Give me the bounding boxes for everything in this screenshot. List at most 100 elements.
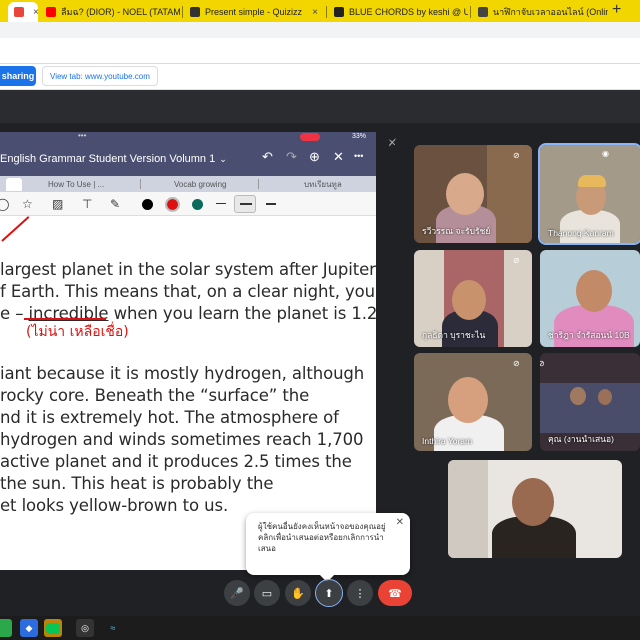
- image-icon[interactable]: ▨: [52, 197, 63, 211]
- pen-toolbar: ◯ ☆ ▨ ⊤ ✎: [0, 192, 376, 216]
- microphone-icon: 🎤: [230, 587, 244, 600]
- participant-name: Inthira Yoram: [422, 436, 473, 446]
- title-chevron-icon[interactable]: ⌄: [219, 154, 227, 165]
- pen-color-black[interactable]: [142, 199, 153, 210]
- youtube-icon: [46, 7, 56, 17]
- wall: [448, 460, 488, 558]
- pen-width-thin[interactable]: [216, 203, 226, 204]
- line-app-icon[interactable]: [44, 619, 62, 637]
- browser-tab-strip: × ลืมฉ? (DIOR) - NOEL (TATAMI × Present …: [0, 0, 640, 22]
- tab-title: นาฬิกาจับเวลาออนไลน์ (Online Stop: [493, 7, 608, 17]
- shield-icon[interactable]: ◆: [20, 619, 38, 637]
- hand-icon: ✋: [291, 587, 305, 600]
- share-notification-bar: sharing View tab: www.youtube.com: [0, 64, 640, 90]
- text-line: iant because it is mostly hydrogen, alth…: [0, 364, 365, 383]
- doc-tab-separator: [258, 179, 259, 189]
- end-call-icon: ☎: [388, 587, 402, 600]
- present-now-button[interactable]: ⬆: [315, 579, 343, 607]
- participant-name: คุณ (งานนำเสนอ): [548, 434, 614, 444]
- new-tab-button[interactable]: +: [612, 1, 621, 19]
- undo-icon[interactable]: ↶: [262, 149, 273, 165]
- taskbar-app-icon[interactable]: [0, 619, 12, 637]
- tab-close-icon[interactable]: ×: [308, 7, 318, 18]
- cd-player-icon[interactable]: ◎: [76, 619, 94, 637]
- participant-tile[interactable]: ⊘ กุลธิดา บุราชะไน: [414, 250, 532, 347]
- pen-color-red[interactable]: [165, 197, 180, 212]
- end-call-button[interactable]: ☎: [378, 580, 412, 606]
- raise-hand-button[interactable]: ✋: [285, 580, 311, 606]
- tab-favicon-icon: [14, 7, 24, 17]
- tab-quizizz[interactable]: Present simple - Quizizz ×: [184, 2, 324, 22]
- pen-width-thick[interactable]: [266, 203, 276, 205]
- stage-top-band: [0, 90, 640, 123]
- pen-color-green[interactable]: [192, 199, 203, 210]
- quizizz-icon: [190, 7, 200, 17]
- close-doc-icon[interactable]: ✕: [333, 149, 344, 165]
- text-tool-icon[interactable]: ⊤: [82, 197, 92, 211]
- stop-sharing-button[interactable]: sharing: [0, 66, 36, 86]
- doc-tab-separator: [140, 179, 141, 189]
- doc-title[interactable]: English Grammar Student Version Volumn 1: [0, 153, 215, 165]
- ipad-status-bar: ••• 33%: [0, 132, 376, 142]
- red-pen-stroke: [1, 216, 30, 242]
- participant-tile[interactable]: ⊘ Inthira Yoram: [414, 353, 532, 451]
- text-line: f Earth. This means that, on a clear nig…: [0, 282, 376, 301]
- tab-dior-youtube[interactable]: ลืมฉ? (DIOR) - NOEL (TATAMI ×: [40, 2, 180, 22]
- participant-face: [452, 280, 486, 320]
- presentation-preview: [540, 383, 640, 433]
- doc-tabs: How To Use | ... Vocab growing บทเรียนทู…: [0, 176, 376, 192]
- tab-separator: [470, 6, 471, 18]
- camera-button[interactable]: ▭: [254, 580, 280, 606]
- mic-off-icon: ⊘: [513, 256, 520, 265]
- more-options-button[interactable]: ⋮: [347, 580, 373, 606]
- mic-off-icon: ⊘: [540, 359, 545, 368]
- presentation-mic-off-icon: ✕̸: [388, 138, 397, 149]
- red-underline: [24, 318, 106, 320]
- popup-close-icon[interactable]: ✕: [396, 517, 404, 528]
- view-tab-button[interactable]: View tab: www.youtube.com: [42, 66, 158, 86]
- wave-app-icon[interactable]: ≈: [104, 619, 122, 637]
- tab-blue-chords[interactable]: BLUE CHORDS by keshi @ Ultim ×: [328, 2, 468, 22]
- redo-icon[interactable]: ↷: [286, 149, 297, 165]
- participant-face: [512, 478, 554, 526]
- participant-tile[interactable]: ⊘ รวีวรรณ จะรับรัชย์: [414, 145, 532, 243]
- tab-active[interactable]: ×: [8, 2, 38, 22]
- mic-button[interactable]: 🎤: [224, 580, 250, 606]
- doc-tab-vocab[interactable]: Vocab growing: [170, 178, 250, 191]
- text-line: largest planet in the solar system after…: [0, 260, 376, 279]
- participant-name: Thanong Kanram: [548, 228, 614, 238]
- doc-tab-current[interactable]: [6, 178, 22, 191]
- recording-indicator-icon: [300, 133, 320, 141]
- tab-title: BLUE CHORDS by keshi @ Ultim: [349, 7, 468, 17]
- tab-title: Present simple - Quizizz: [205, 7, 303, 17]
- shape-star-icon[interactable]: ☆: [22, 197, 33, 211]
- doc-tab-how-to-use[interactable]: How To Use | ...: [44, 178, 128, 191]
- presentation-tile[interactable]: ⊘ คุณ (งานนำเสนอ): [540, 353, 640, 451]
- tab-separator: [326, 6, 327, 18]
- ultimate-guitar-icon: [334, 7, 344, 17]
- browser-toolbar: [0, 22, 640, 64]
- mic-off-icon: ⊘: [513, 151, 520, 160]
- status-dots: •••: [78, 132, 87, 140]
- self-view-tile[interactable]: [448, 460, 622, 558]
- doc-tab-lesson[interactable]: บทเรียนทูล: [300, 178, 370, 191]
- handwritten-annotation: (ไม่น่า เหลือเชื่อ): [26, 324, 129, 340]
- popup-message: ผู้ใช้คนอื่นยังคงเห็นหน้าจอของคุณอยู่ คล…: [258, 522, 386, 553]
- figure: [598, 389, 612, 405]
- presenting-notification-popup: ผู้ใช้คนอื่นยังคงเห็นหน้าจอของคุณอยู่ คล…: [246, 513, 410, 583]
- figure: [570, 387, 586, 405]
- add-page-icon[interactable]: ⊕: [309, 149, 320, 165]
- toolbar-strip: [0, 22, 640, 38]
- text-line: active planet and it produces 2.5 times …: [0, 452, 352, 471]
- tab-close-icon[interactable]: ×: [29, 7, 38, 18]
- participant-tile-speaking[interactable]: ◉ Thanong Kanram: [538, 143, 640, 245]
- participant-face: [446, 173, 484, 215]
- lasso-icon[interactable]: ◯: [0, 197, 9, 211]
- laser-pointer-icon[interactable]: ✎: [110, 197, 120, 211]
- pen-width-medium: [240, 203, 252, 205]
- participant-tile[interactable]: ชาริฎา จำรัสอนน์ 10B: [540, 250, 640, 347]
- text-line: the sun. This heat is probably the: [0, 474, 274, 493]
- text-line: rocky core. Beneath the “surface” the: [0, 386, 310, 405]
- more-icon[interactable]: •••: [354, 151, 363, 161]
- tab-online-stopwatch[interactable]: นาฬิกาจับเวลาออนไลน์ (Online Stop ×: [472, 2, 608, 22]
